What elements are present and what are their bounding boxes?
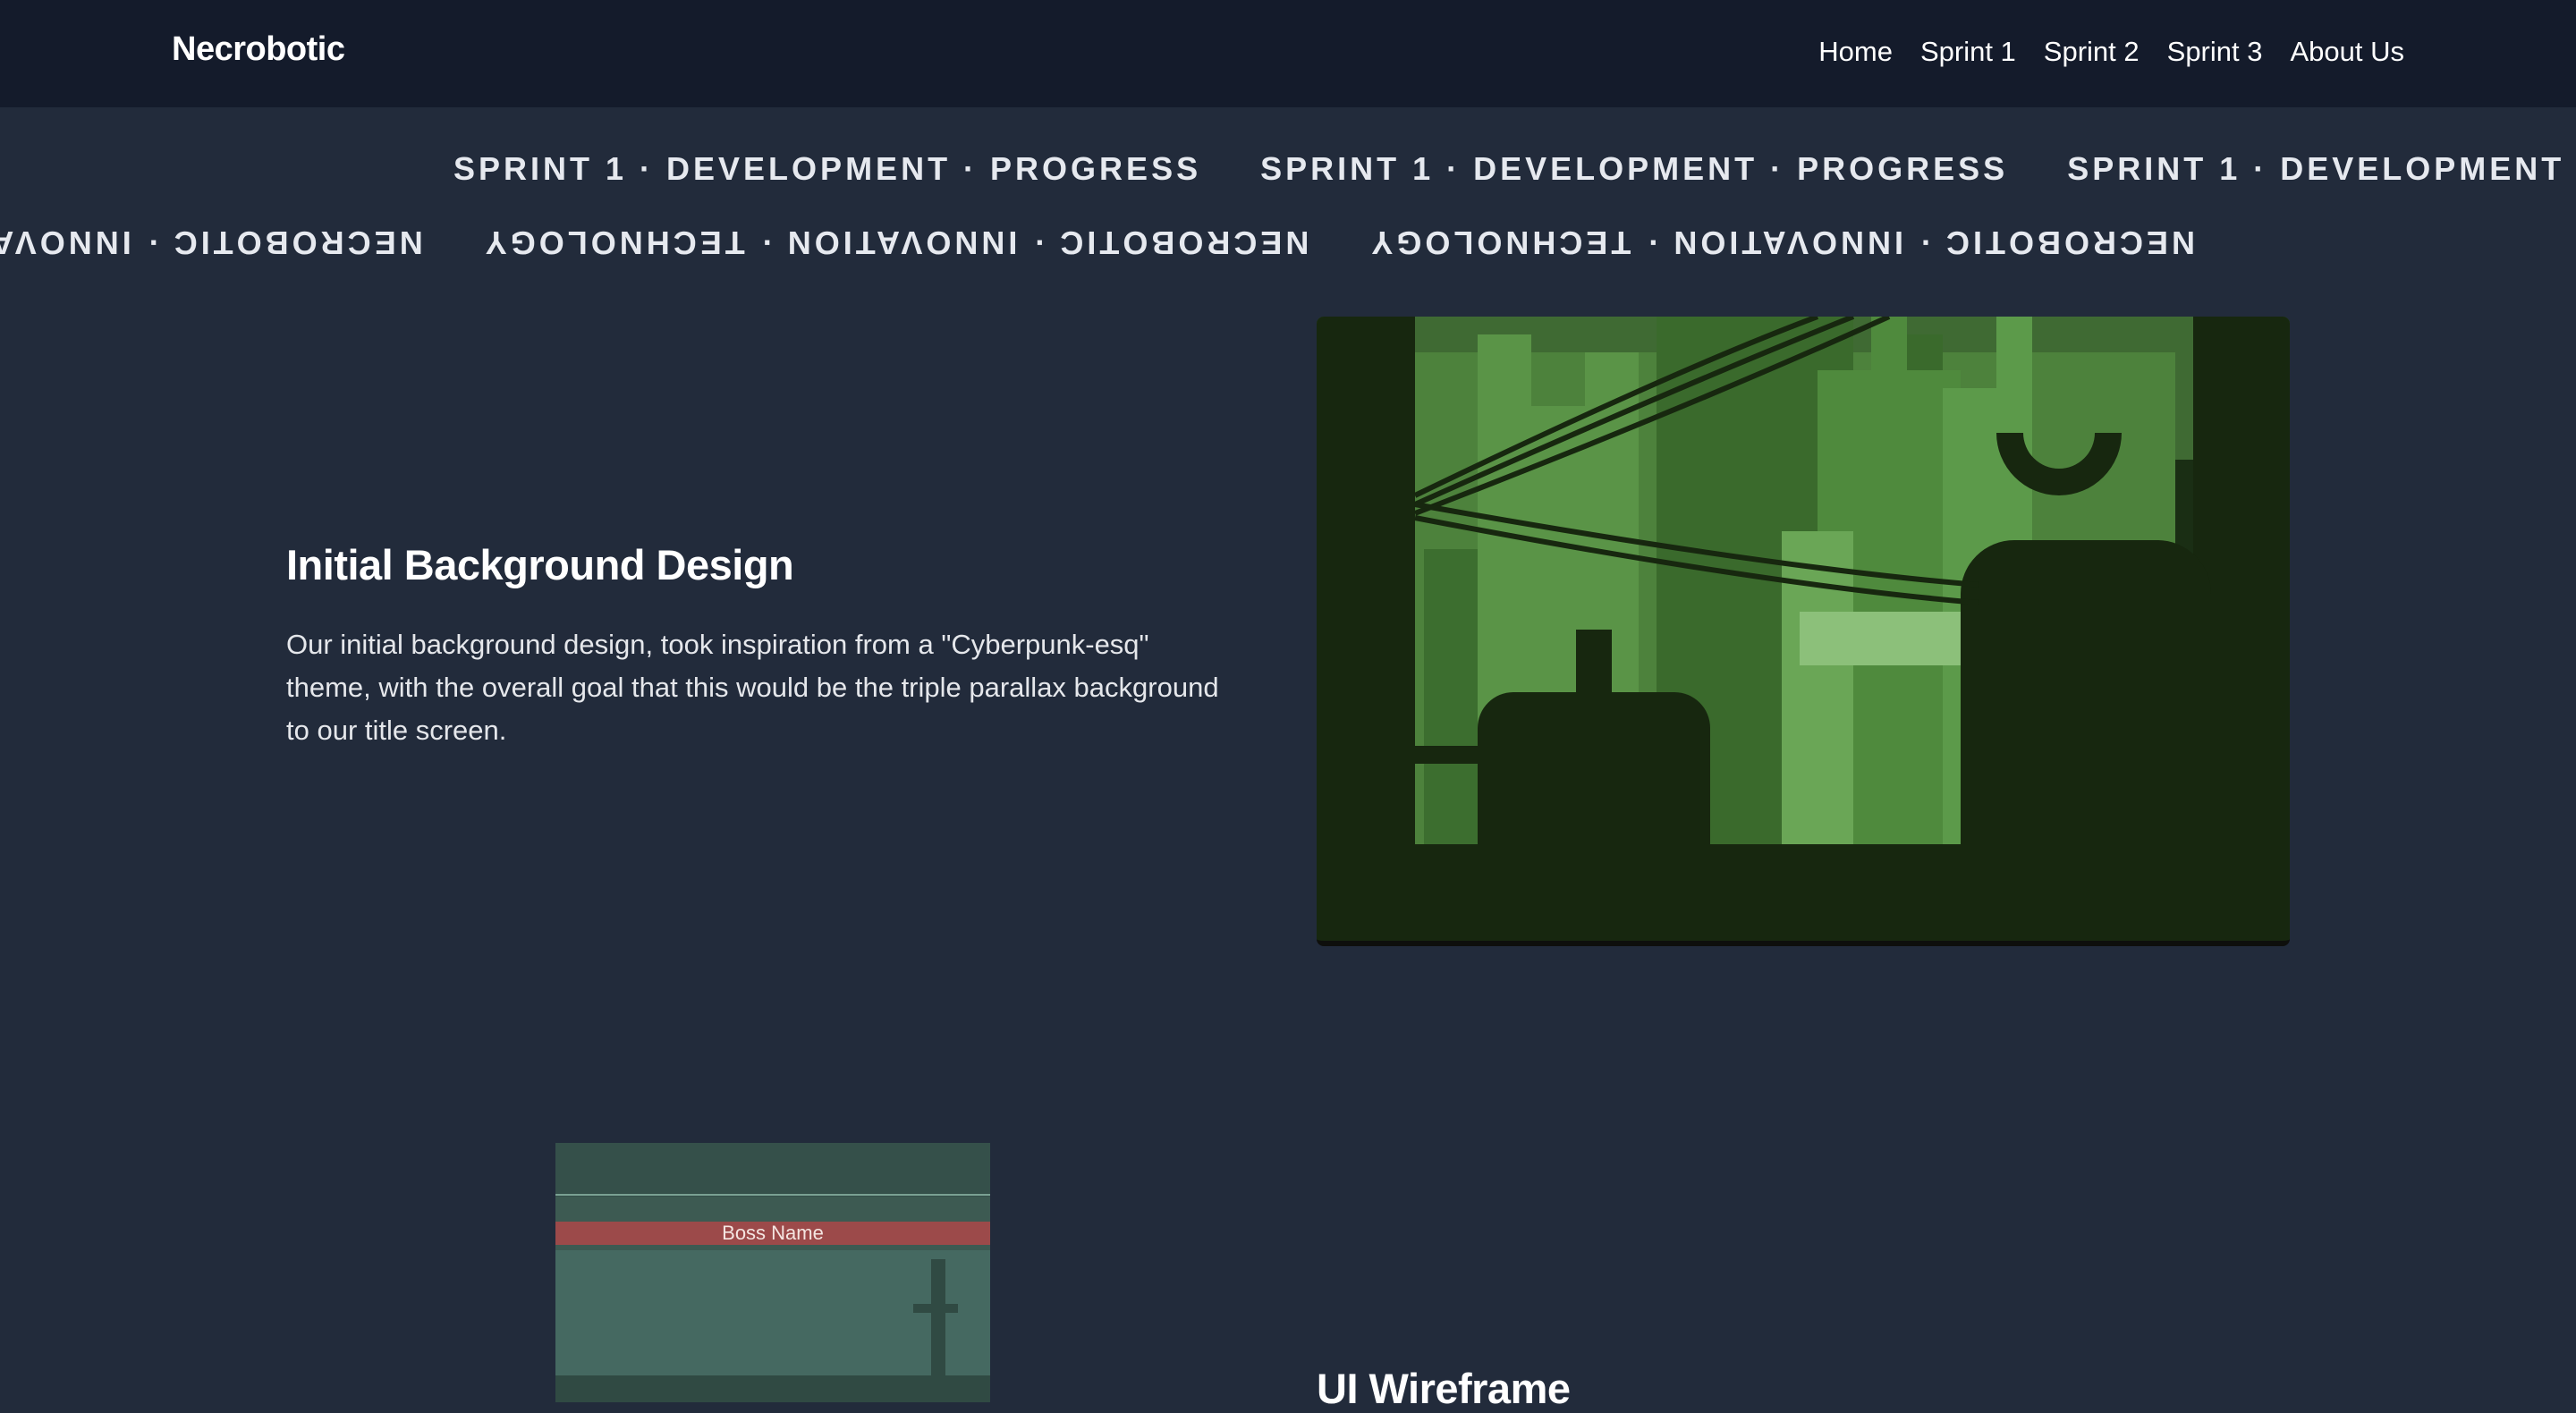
marquee-item: SPRINT 1 · DEVELOPMENT · PROGRESS <box>453 150 1202 187</box>
section-title-background-design: Initial Background Design <box>286 541 794 588</box>
nav-link-sprint-3[interactable]: Sprint 3 <box>2167 36 2263 68</box>
ui-wireframe-image: Boss Name <box>555 1143 990 1402</box>
background-design-image <box>1317 317 2290 946</box>
cyberpunk-cityscape-illustration <box>1317 317 2290 935</box>
nav-link-sprint-2[interactable]: Sprint 2 <box>2044 36 2140 68</box>
marquee-item: NECROBOTIC · INNOVATION · TECHNOLOGY <box>481 224 1309 261</box>
nav-links: Home Sprint 1 Sprint 2 Sprint 3 About Us <box>1818 36 2404 68</box>
marquee-item: NECROBOTIC · INNOVATION · TECHNOLOGY <box>1368 224 2195 261</box>
navbar: Necrobotic Home Sprint 1 Sprint 2 Sprint… <box>0 0 2576 107</box>
nav-link-about-us[interactable]: About Us <box>2290 36 2404 68</box>
marquee-bottom-mirrored: NECROBOTIC · INNOVATION · TECHNOLOGY NEC… <box>0 223 2576 262</box>
boss-health-bar: Boss Name <box>555 1222 990 1245</box>
marquee-item: SPRINT 1 · DEVELOPMENT · PROGRESS <box>1260 150 2009 187</box>
marquee-top: SPRINT 1 · DEVELOPMENT · PROGRESS SPRINT… <box>0 149 2576 189</box>
nav-link-home[interactable]: Home <box>1818 36 1893 68</box>
marquee-item: NECROBOTIC · INNOVATION <box>0 224 423 261</box>
ui-wireframe-illustration <box>555 1143 990 1402</box>
brand-logo[interactable]: Necrobotic <box>172 30 345 69</box>
nav-link-sprint-1[interactable]: Sprint 1 <box>1920 36 2016 68</box>
section-text-background-design: Our initial background design, took insp… <box>286 629 1219 746</box>
section-title-ui-wireframe: UI Wireframe <box>1317 1365 1571 1412</box>
marquee-item: SPRINT 1 · DEVELOPMENT · PROGRESS <box>2067 150 2576 187</box>
